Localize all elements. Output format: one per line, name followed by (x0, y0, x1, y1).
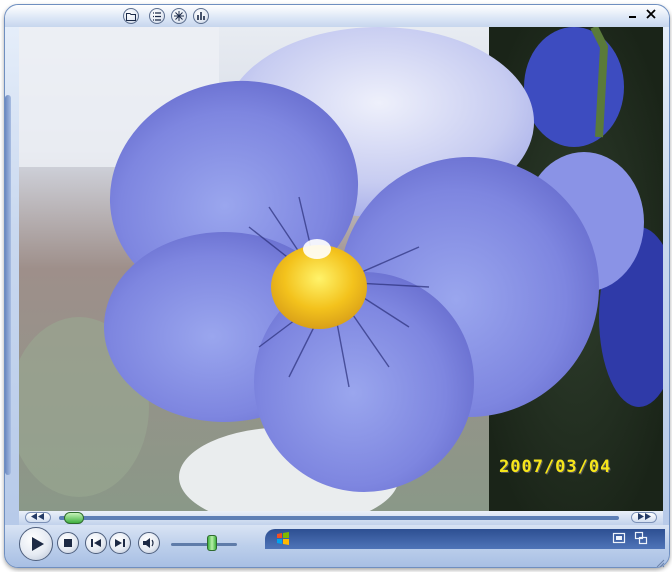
visualization-icon[interactable] (171, 8, 187, 24)
status-strip (265, 529, 665, 549)
video-frame-pansy-photo (19, 27, 663, 511)
switch-mode-icon[interactable] (633, 531, 649, 547)
seek-track[interactable] (59, 516, 619, 520)
title-bar[interactable] (5, 5, 669, 27)
volume-slider-track[interactable] (171, 543, 237, 546)
folder-icon[interactable] (123, 8, 139, 24)
date-stamp: 2007/03/04 (499, 457, 612, 477)
stop-button[interactable] (57, 532, 79, 554)
resize-grip-icon[interactable] (655, 553, 665, 568)
seek-bar[interactable] (19, 511, 663, 525)
minimize-icon[interactable] (625, 8, 641, 24)
window-edge-grip[interactable] (5, 95, 11, 475)
video-display[interactable]: 2007/03/04 (19, 27, 663, 511)
fullscreen-icon[interactable] (611, 531, 627, 547)
play-button[interactable] (19, 527, 53, 561)
playlist-icon[interactable] (149, 8, 165, 24)
seek-thumb[interactable] (64, 512, 85, 524)
mute-button[interactable] (138, 532, 160, 554)
previous-button[interactable] (85, 532, 107, 554)
seek-forward-icon[interactable] (631, 512, 657, 523)
volume-slider-thumb[interactable] (207, 535, 218, 551)
media-player-window: 2007/03/04 (4, 4, 670, 568)
close-icon[interactable] (643, 8, 659, 24)
next-button[interactable] (109, 532, 131, 554)
windows-logo-icon[interactable] (275, 531, 291, 547)
seek-back-icon[interactable] (25, 512, 51, 523)
equalizer-icon[interactable] (193, 8, 209, 24)
